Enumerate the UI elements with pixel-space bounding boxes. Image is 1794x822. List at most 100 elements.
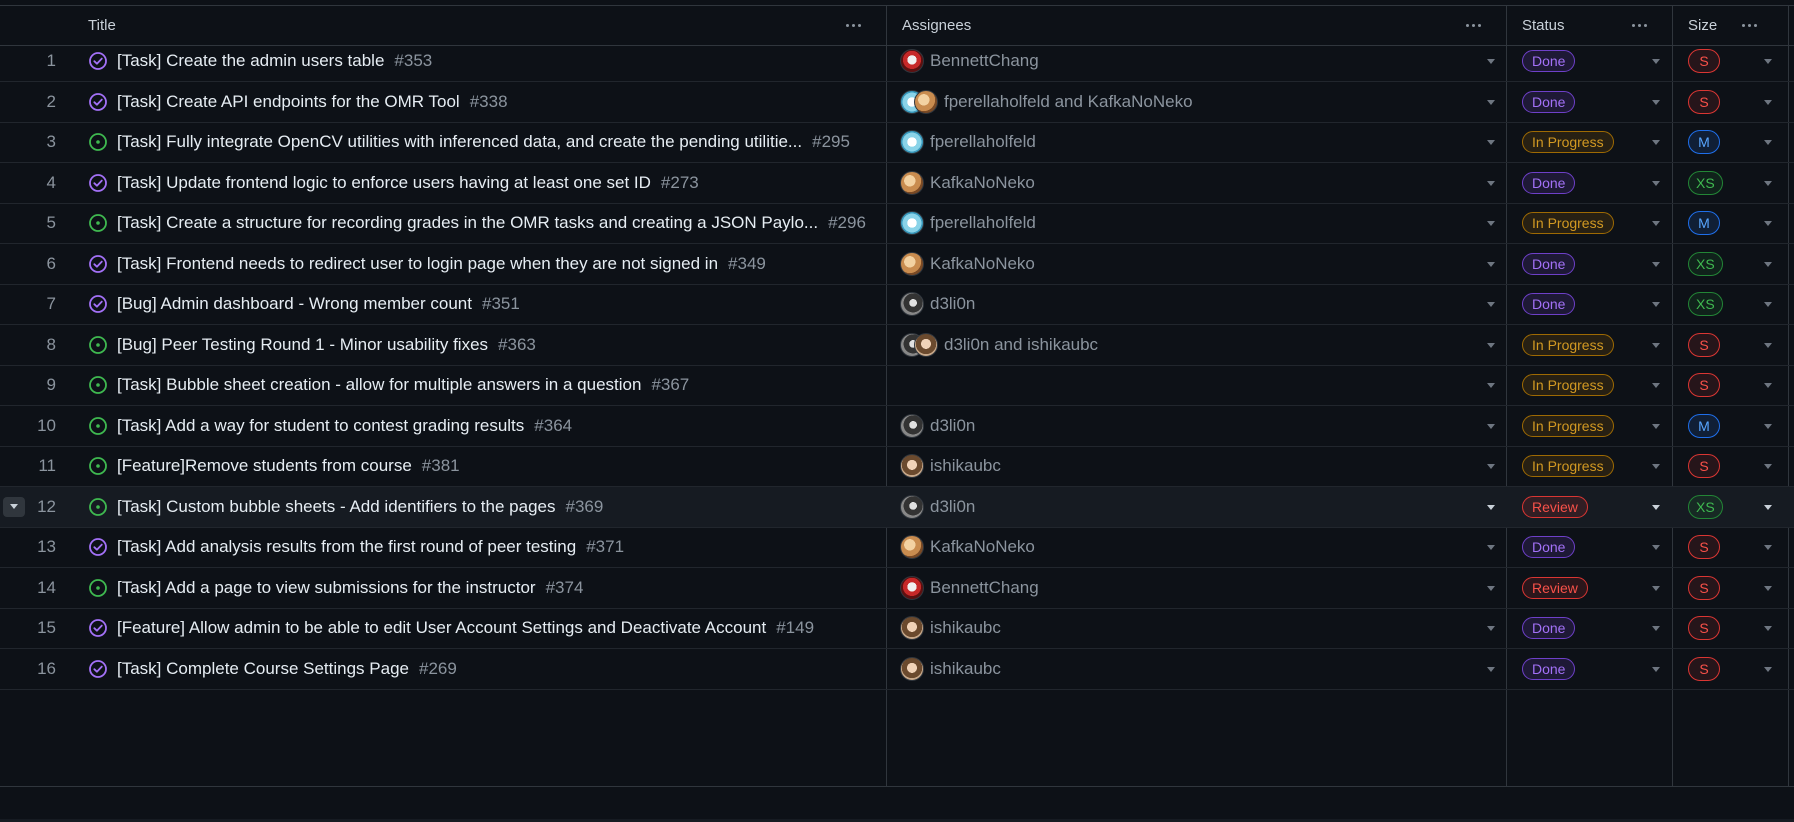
table-row[interactable]: 4 [Task] Update frontend logic to enforce…: [0, 163, 1794, 204]
status-badge[interactable]: In Progress: [1522, 333, 1614, 356]
issue-title-cell[interactable]: [Task] Add analysis results from the fir…: [117, 527, 877, 567]
assignees-cell[interactable]: KafkaNoNeko: [900, 527, 1480, 567]
status-dropdown-icon[interactable]: [1652, 99, 1660, 105]
status-dropdown-icon[interactable]: [1652, 504, 1660, 510]
status-dropdown-icon[interactable]: [1652, 261, 1660, 267]
issue-title-link[interactable]: [Task] Add a way for student to contest …: [117, 416, 524, 436]
size-column-menu-icon[interactable]: [1738, 16, 1760, 34]
issue-title-cell[interactable]: [Task] Frontend needs to redirect user t…: [117, 244, 877, 284]
assignees-dropdown-icon[interactable]: [1487, 545, 1495, 550]
issue-title-link[interactable]: [Task] Create the admin users table: [117, 51, 384, 71]
assignees-dropdown-icon[interactable]: [1487, 302, 1495, 307]
issue-title-link[interactable]: [Task] Add analysis results from the fir…: [117, 537, 576, 557]
assignees-cell[interactable]: d3li0n: [900, 284, 1480, 324]
assignees-dropdown-icon[interactable]: [1487, 221, 1495, 226]
size-dropdown-icon[interactable]: [1764, 99, 1772, 105]
status-badge[interactable]: Done: [1522, 617, 1576, 639]
size-badge[interactable]: XS: [1688, 251, 1723, 276]
assignees-dropdown-icon[interactable]: [1487, 180, 1495, 186]
assignees-dropdown-icon[interactable]: [1487, 99, 1495, 105]
table-row[interactable]: 16 [Task] Complete Course Settings Page #2…: [0, 649, 1794, 690]
size-badge[interactable]: M: [1688, 413, 1720, 438]
size-badge[interactable]: S: [1688, 616, 1720, 640]
title-column-menu-icon[interactable]: [842, 16, 864, 34]
status-badge[interactable]: Done: [1522, 252, 1576, 275]
status-badge[interactable]: Review: [1522, 576, 1588, 599]
column-header-size[interactable]: Size: [1688, 6, 1717, 45]
status-badge[interactable]: In Progress: [1522, 374, 1614, 396]
status-badge[interactable]: Done: [1522, 293, 1576, 315]
status-badge[interactable]: In Progress: [1522, 414, 1614, 437]
column-header-assignees[interactable]: Assignees: [902, 6, 971, 45]
issue-title-cell[interactable]: [Task] Add a page to view submissions fo…: [117, 568, 877, 608]
size-dropdown-icon[interactable]: [1764, 423, 1772, 429]
assignees-dropdown-icon[interactable]: [1487, 464, 1495, 469]
assignees-dropdown-icon[interactable]: [1487, 59, 1495, 64]
size-badge[interactable]: XS: [1688, 292, 1723, 316]
size-badge[interactable]: S: [1688, 535, 1720, 559]
assignees-cell[interactable]: [900, 365, 1480, 405]
issue-title-link[interactable]: [Task] Update frontend logic to enforce …: [117, 173, 651, 193]
issue-title-link[interactable]: [Task] Custom bubble sheets - Add identi…: [117, 497, 555, 517]
table-row[interactable]: 1 [Task] Create the admin users table #353…: [0, 41, 1794, 82]
size-badge[interactable]: S: [1688, 656, 1720, 681]
issue-title-cell[interactable]: [Task] Create the admin users table #353: [117, 41, 877, 81]
issue-title-link[interactable]: [Task] Create a structure for recording …: [117, 213, 818, 233]
issue-title-cell[interactable]: [Task] Custom bubble sheets - Add identi…: [117, 487, 877, 527]
assignees-column-menu-icon[interactable]: [1462, 16, 1484, 34]
size-dropdown-icon[interactable]: [1764, 140, 1772, 145]
size-dropdown-icon[interactable]: [1764, 464, 1772, 469]
size-badge[interactable]: S: [1688, 454, 1720, 478]
size-dropdown-icon[interactable]: [1764, 545, 1772, 550]
status-dropdown-icon[interactable]: [1652, 140, 1660, 145]
issue-title-cell[interactable]: [Task] Update frontend logic to enforce …: [117, 163, 877, 203]
issue-title-cell[interactable]: [Task] Create API endpoints for the OMR …: [117, 82, 877, 122]
status-badge[interactable]: Done: [1522, 50, 1576, 72]
issue-title-link[interactable]: [Bug] Admin dashboard - Wrong member cou…: [117, 294, 472, 314]
status-dropdown-icon[interactable]: [1652, 180, 1660, 186]
table-row[interactable]: 13 [Task] Add analysis results from the f…: [0, 527, 1794, 568]
size-badge[interactable]: S: [1688, 575, 1720, 600]
assignees-cell[interactable]: fperellaholfeld: [900, 122, 1480, 162]
assignees-cell[interactable]: d3li0n: [900, 406, 1480, 446]
status-badge[interactable]: In Progress: [1522, 131, 1614, 153]
issue-title-cell[interactable]: [Task] Create a structure for recording …: [117, 203, 877, 243]
assignees-dropdown-icon[interactable]: [1487, 342, 1495, 348]
size-dropdown-icon[interactable]: [1764, 180, 1772, 186]
table-row[interactable]: 5 [Task] Create a structure for recording…: [0, 203, 1794, 244]
issue-title-cell[interactable]: [Feature]Remove students from course #381: [117, 446, 877, 486]
column-header-status[interactable]: Status: [1522, 6, 1565, 45]
status-dropdown-icon[interactable]: [1652, 626, 1660, 631]
size-badge[interactable]: S: [1688, 373, 1720, 397]
status-badge[interactable]: In Progress: [1522, 212, 1614, 234]
assignees-dropdown-icon[interactable]: [1487, 666, 1495, 672]
issue-title-cell[interactable]: [Feature] Allow admin to be able to edit…: [117, 608, 877, 648]
assignees-cell[interactable]: BennettChang: [900, 568, 1480, 608]
assignees-cell[interactable]: ishikaubc: [900, 446, 1480, 486]
status-dropdown-icon[interactable]: [1652, 383, 1660, 388]
size-dropdown-icon[interactable]: [1764, 302, 1772, 307]
size-dropdown-icon[interactable]: [1764, 342, 1772, 348]
status-badge[interactable]: Done: [1522, 657, 1576, 680]
status-badge[interactable]: Review: [1522, 495, 1588, 518]
status-badge[interactable]: In Progress: [1522, 455, 1614, 477]
assignees-dropdown-icon[interactable]: [1487, 140, 1495, 145]
status-badge[interactable]: Done: [1522, 536, 1576, 558]
size-badge[interactable]: XS: [1688, 494, 1723, 519]
issue-title-link[interactable]: [Bug] Peer Testing Round 1 - Minor usabi…: [117, 335, 488, 355]
assignees-cell[interactable]: BennettChang: [900, 41, 1480, 81]
size-badge[interactable]: S: [1688, 89, 1720, 114]
issue-title-cell[interactable]: [Task] Fully integrate OpenCV utilities …: [117, 122, 877, 162]
assignees-cell[interactable]: fperellaholfeld and KafkaNoNeko: [900, 82, 1480, 122]
assignees-cell[interactable]: ishikaubc: [900, 608, 1480, 648]
table-row[interactable]: 3 [Task] Fully integrate OpenCV utilities…: [0, 122, 1794, 163]
status-badge[interactable]: Done: [1522, 90, 1576, 113]
table-row[interactable]: 6 [Task] Frontend needs to redirect user …: [0, 244, 1794, 285]
issue-title-link[interactable]: [Feature] Allow admin to be able to edit…: [117, 618, 766, 638]
table-row[interactable]: 9 [Task] Bubble sheet creation - allow fo…: [0, 365, 1794, 406]
status-column-menu-icon[interactable]: [1628, 16, 1650, 34]
issue-title-link[interactable]: [Task] Fully integrate OpenCV utilities …: [117, 132, 802, 152]
size-dropdown-icon[interactable]: [1764, 221, 1772, 226]
assignees-cell[interactable]: ishikaubc: [900, 649, 1480, 689]
table-row[interactable]: 15 [Feature] Allow admin to be able to ed…: [0, 608, 1794, 649]
